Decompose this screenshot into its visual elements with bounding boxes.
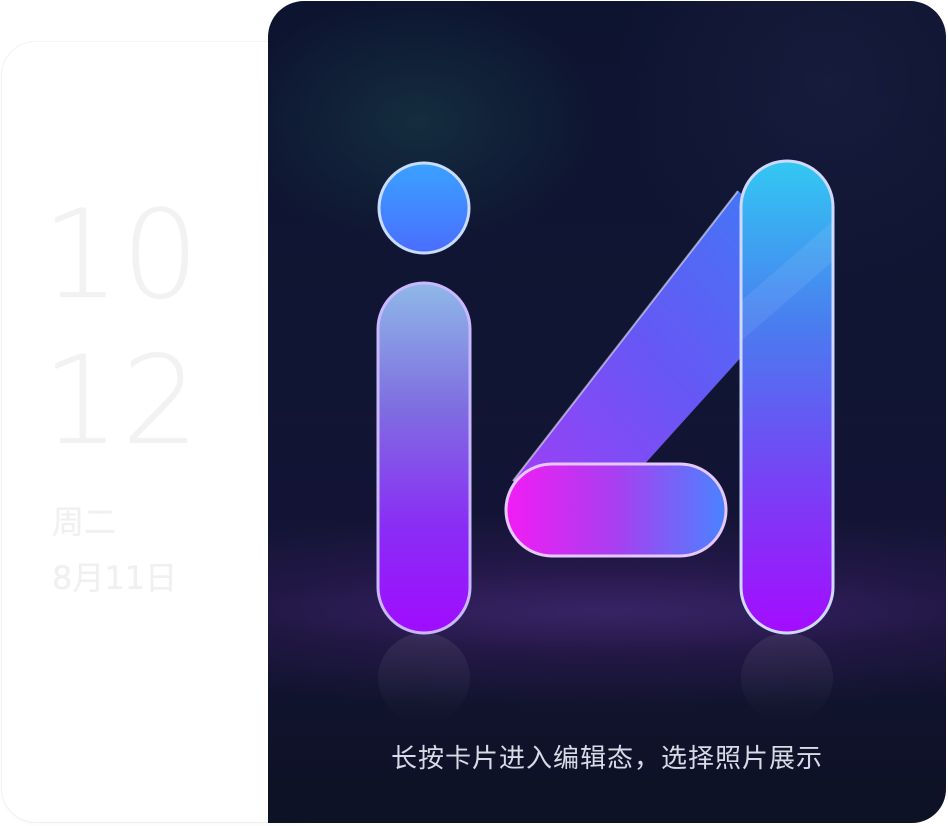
photo-edit-hint: 长按卡片进入编辑态，选择照片展示 (390, 744, 823, 774)
clock-hour: 10 (42, 184, 202, 326)
clock-time: 10 12 (42, 182, 201, 474)
photo-widget-card[interactable]: 长按卡片进入编辑态，选择照片展示 (268, 1, 946, 823)
four-crossbar-shape (504, 462, 728, 558)
i-stem-shape (376, 281, 472, 635)
screen: 10 12 周二 8月11日 长按卡片进入编辑态，选择照片展示 (0, 0, 948, 826)
i4-logo-artwork (268, 159, 946, 723)
clock-weekday: 周二 (52, 503, 117, 541)
clock-minute: 12 (42, 330, 202, 472)
floor-glow (268, 571, 946, 651)
four-reflection (741, 633, 833, 723)
i-dot-shape (377, 161, 471, 255)
clock-date: 8月11日 (52, 559, 178, 597)
four-stem-shape (739, 159, 835, 635)
stem-reflection (378, 633, 470, 723)
